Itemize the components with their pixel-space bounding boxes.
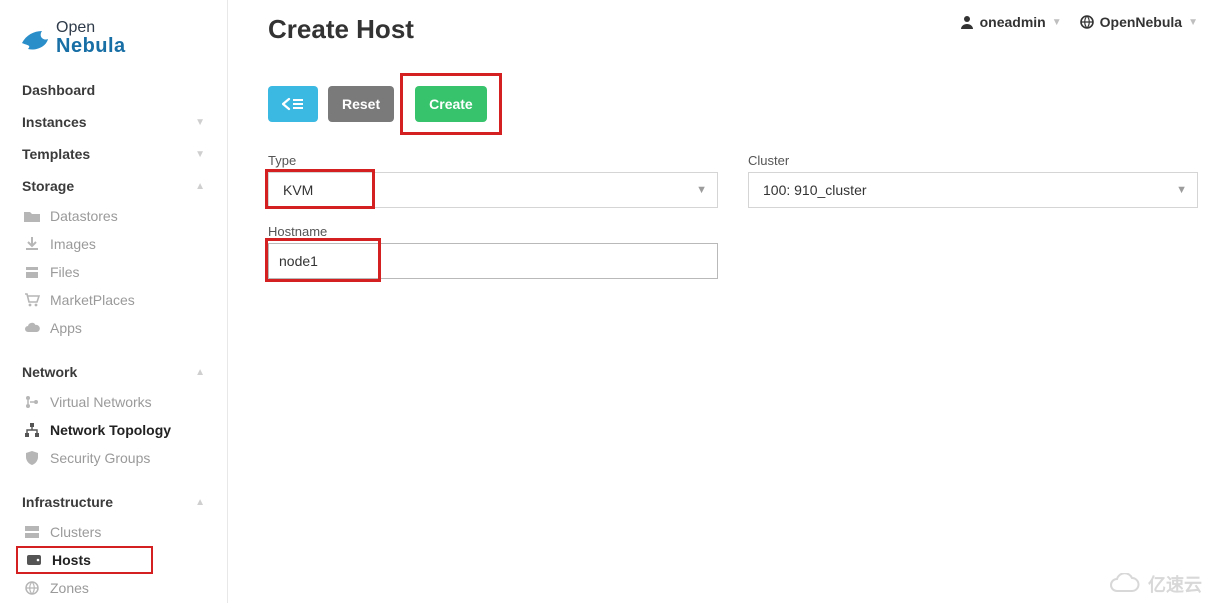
watermark: 亿速云 xyxy=(1108,571,1202,597)
hostname-input[interactable] xyxy=(268,243,718,279)
sidebar-item-templates[interactable]: Templates ▼ xyxy=(0,138,227,170)
sidebar-item-label: Apps xyxy=(50,320,82,336)
sidebar-item-label: Images xyxy=(50,236,96,252)
sidebar-item-label: Hosts xyxy=(52,552,91,568)
cluster-value: 100: 910_cluster xyxy=(763,182,867,198)
cloud-icon xyxy=(22,322,42,334)
sidebar-item-clusters[interactable]: Clusters xyxy=(0,518,227,546)
sidebar-item-infrastructure[interactable]: Infrastructure ▲ xyxy=(0,486,227,518)
sidebar-item-dashboard[interactable]: Dashboard xyxy=(0,74,227,106)
main-content: Create Host oneadmin ▼ OpenNebula ▼ xyxy=(228,0,1208,603)
sidebar-item-label: Files xyxy=(50,264,80,280)
top-right-menu: oneadmin ▼ OpenNebula ▼ xyxy=(960,14,1198,30)
sidebar-item-datastores[interactable]: Datastores xyxy=(0,202,227,230)
sidebar-item-label: Storage xyxy=(22,178,74,194)
sidebar-item-label: Dashboard xyxy=(22,82,95,98)
hostname-label: Hostname xyxy=(268,224,718,239)
sidebar-item-instances[interactable]: Instances ▼ xyxy=(0,106,227,138)
cluster-select[interactable]: 100: 910_cluster ▼ xyxy=(748,172,1198,208)
chevron-down-icon: ▼ xyxy=(696,184,707,196)
sidebar-item-label: Virtual Networks xyxy=(50,394,152,410)
chevron-down-icon: ▼ xyxy=(195,117,205,128)
watermark-text: 亿速云 xyxy=(1148,571,1202,597)
folder-icon xyxy=(22,210,42,222)
page-title: Create Host xyxy=(268,14,414,45)
sidebar-item-label: Clusters xyxy=(50,524,101,540)
sidebar-item-network[interactable]: Network ▲ xyxy=(0,356,227,388)
globe-icon xyxy=(1080,15,1094,29)
file-icon xyxy=(22,265,42,279)
sidebar-item-label: Infrastructure xyxy=(22,494,113,510)
chevron-down-icon: ▼ xyxy=(1188,17,1198,28)
sidebar-item-marketplaces[interactable]: MarketPlaces xyxy=(0,286,227,314)
brand-logo: Open Nebula xyxy=(0,12,227,74)
zone-label: OpenNebula xyxy=(1100,14,1182,30)
server-icon xyxy=(22,526,42,538)
type-field: Type KVM ▼ xyxy=(268,153,718,208)
user-label: oneadmin xyxy=(980,14,1046,30)
sidebar-item-label: Network Topology xyxy=(50,422,171,438)
chevron-down-icon: ▼ xyxy=(195,149,205,160)
cloud-icon xyxy=(1108,573,1142,595)
cluster-field: Cluster 100: 910_cluster ▼ xyxy=(748,153,1198,208)
opennebula-icon xyxy=(18,21,52,55)
brand-line2: Nebula xyxy=(56,36,126,56)
sidebar-item-hosts[interactable]: Hosts xyxy=(24,552,145,568)
zone-menu[interactable]: OpenNebula ▼ xyxy=(1080,14,1198,30)
sidebar-item-zones[interactable]: Zones xyxy=(0,574,227,602)
topology-icon xyxy=(22,423,42,437)
user-menu[interactable]: oneadmin ▼ xyxy=(960,14,1062,30)
sidebar: Open Nebula Dashboard Instances ▼ Templa… xyxy=(0,0,228,603)
user-icon xyxy=(960,15,974,29)
sidebar-item-images[interactable]: Images xyxy=(0,230,227,258)
sidebar-item-security-groups[interactable]: Security Groups xyxy=(0,444,227,472)
sidebar-item-label: Templates xyxy=(22,146,90,162)
actions-row: Reset Create xyxy=(268,73,1198,135)
sidebar-item-virtual-networks[interactable]: Virtual Networks xyxy=(0,388,227,416)
back-list-icon xyxy=(282,97,304,111)
chevron-down-icon: ▼ xyxy=(1052,17,1062,28)
cluster-label: Cluster xyxy=(748,153,1198,168)
sidebar-item-network-topology[interactable]: Network Topology xyxy=(0,416,227,444)
sidebar-item-files[interactable]: Files xyxy=(0,258,227,286)
chevron-up-icon: ▲ xyxy=(195,497,205,508)
shield-icon xyxy=(22,451,42,465)
cart-icon xyxy=(22,293,42,307)
hdd-icon xyxy=(24,555,44,565)
sidebar-item-apps[interactable]: Apps xyxy=(0,314,227,342)
sidebar-item-label: Network xyxy=(22,364,77,380)
sidebar-item-label: Instances xyxy=(22,114,87,130)
create-highlight: Create xyxy=(400,73,502,135)
create-button[interactable]: Create xyxy=(415,86,487,122)
branch-icon xyxy=(22,395,42,409)
type-label: Type xyxy=(268,153,718,168)
download-icon xyxy=(22,237,42,251)
chevron-up-icon: ▲ xyxy=(195,181,205,192)
sidebar-item-label: Datastores xyxy=(50,208,118,224)
chevron-down-icon: ▼ xyxy=(1176,184,1187,196)
globe-icon xyxy=(22,581,42,595)
back-to-list-button[interactable] xyxy=(268,86,318,122)
reset-button[interactable]: Reset xyxy=(328,86,394,122)
brand-line1: Open xyxy=(56,20,126,36)
type-select[interactable]: KVM ▼ xyxy=(268,172,718,208)
chevron-up-icon: ▲ xyxy=(195,367,205,378)
type-value: KVM xyxy=(283,182,313,198)
sidebar-item-label: Security Groups xyxy=(50,450,150,466)
sidebar-item-label: MarketPlaces xyxy=(50,292,135,308)
sidebar-item-storage[interactable]: Storage ▲ xyxy=(0,170,227,202)
hostname-field: Hostname xyxy=(268,224,718,279)
hosts-highlight: Hosts xyxy=(16,546,153,574)
sidebar-item-label: Zones xyxy=(50,580,89,596)
